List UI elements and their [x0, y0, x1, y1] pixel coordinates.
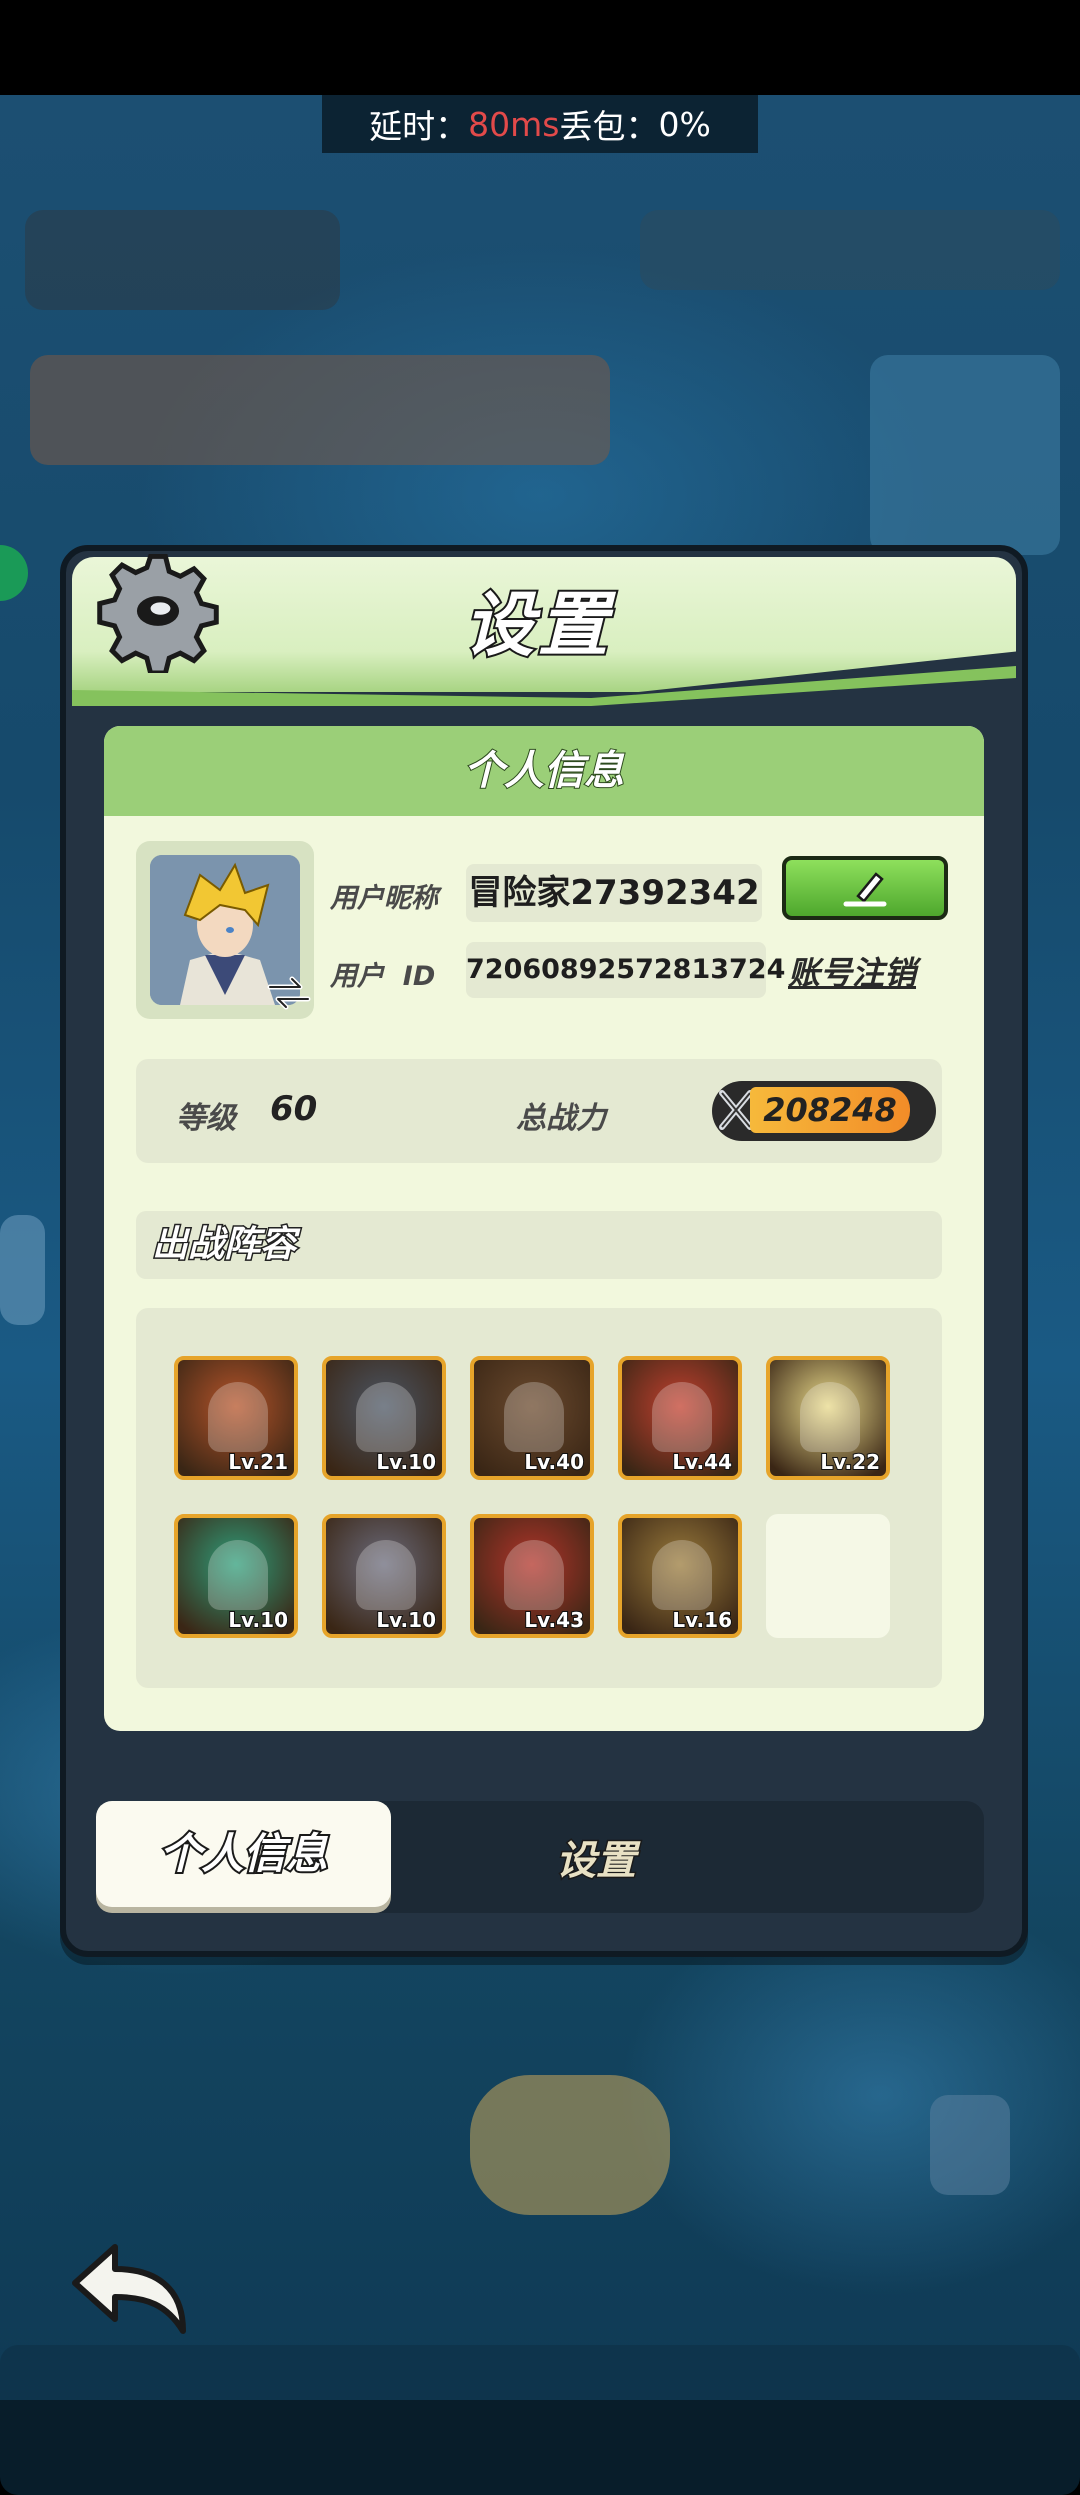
empty-hero-slot[interactable] [766, 1514, 890, 1638]
hero-card[interactable]: Lv.43 [470, 1514, 594, 1638]
hero-level: Lv.44 [671, 1449, 733, 1475]
hero-level: Lv.10 [375, 1449, 437, 1475]
latency-label: 延时： [369, 107, 469, 146]
dialog-title: 设置 [462, 582, 612, 668]
settings-dialog: 设置 个人信息 用户昵称 冒险家27392342 用户 ID 720608925… [60, 545, 1028, 1957]
tab-profile[interactable]: 个人信息 [96, 1801, 391, 1907]
hero-portrait [800, 1382, 860, 1452]
hero-card[interactable]: Lv.22 [766, 1356, 890, 1480]
profile-panel: 个人信息 用户昵称 冒险家27392342 用户 ID 720608925728… [104, 726, 984, 1731]
panel-title: 个人信息 [104, 726, 984, 816]
network-status: 延时： 80ms 丢包： 0% [322, 95, 758, 153]
avatar-frame[interactable] [136, 841, 314, 1019]
heroes-row-blur [30, 355, 610, 465]
hero-card[interactable]: Lv.40 [470, 1356, 594, 1480]
side-button-blur [930, 2095, 1010, 2195]
hero-portrait [356, 1540, 416, 1610]
hero-card[interactable]: Lv.16 [618, 1514, 742, 1638]
loss-value: 0% [658, 104, 711, 144]
user-id-value: 72060892572813724 [466, 942, 785, 998]
hero-level: Lv.10 [375, 1607, 437, 1633]
hero-portrait [504, 1382, 564, 1452]
stats-row: 等级 60 总战力 208248 [136, 1059, 942, 1163]
hero-portrait [652, 1540, 712, 1610]
hero-card[interactable]: Lv.21 [174, 1356, 298, 1480]
user-id-label: 用户 ID [330, 961, 436, 992]
nickname-label: 用户昵称 [330, 883, 438, 914]
side-icon-blur [0, 1215, 45, 1325]
hero-level: Lv.43 [523, 1607, 585, 1633]
power-value: 208248 [750, 1087, 910, 1133]
level-label: 等级 [176, 1101, 236, 1136]
power-badge: 208248 [712, 1081, 936, 1141]
hero-card[interactable]: Lv.44 [618, 1356, 742, 1480]
pencil-icon [843, 872, 887, 907]
level-value: 60 [270, 1089, 318, 1129]
loss-label: 丢包： [559, 107, 659, 146]
player-info-blur [25, 210, 340, 310]
hero-portrait [208, 1382, 268, 1452]
hero-portrait [208, 1540, 268, 1610]
hero-level: Lv.21 [227, 1449, 289, 1475]
hero-portrait [356, 1382, 416, 1452]
latency-value: 80ms [468, 104, 560, 144]
minimap-blur [870, 355, 1060, 555]
system-top-bar [0, 0, 1080, 95]
lineup-title: 出战阵容 [136, 1211, 942, 1279]
hero-level: Lv.10 [227, 1607, 289, 1633]
hero-level: Lv.16 [671, 1607, 733, 1633]
lineup-grid: Lv.21 Lv.10 Lv.40 Lv.44 Lv.22 Lv.10 Lv.10 Lv.43… [136, 1308, 942, 1688]
nickname-value: 冒险家27392342 [466, 864, 762, 922]
hero-card[interactable]: Lv.10 [322, 1514, 446, 1638]
tab-bar: 个人信息 设置 [96, 1801, 984, 1913]
resource-bar-blur [640, 210, 1060, 290]
swap-avatar-icon[interactable] [266, 973, 312, 1013]
hero-card[interactable]: Lv.10 [322, 1356, 446, 1480]
power-label: 总战力 [516, 1101, 606, 1136]
hero-portrait [652, 1382, 712, 1452]
back-arrow-icon[interactable] [55, 2235, 195, 2345]
tab-settings[interactable]: 设置 [496, 1801, 696, 1913]
hero-portrait [504, 1540, 564, 1610]
hero-level: Lv.22 [819, 1449, 881, 1475]
reef-blur [470, 2075, 670, 2215]
hero-card[interactable]: Lv.10 [174, 1514, 298, 1638]
hero-level: Lv.40 [523, 1449, 585, 1475]
edit-nickname-button[interactable] [782, 856, 948, 920]
bottom-bar-blur [0, 2345, 1080, 2495]
cancel-account-link[interactable]: 账号注销 [788, 948, 916, 994]
